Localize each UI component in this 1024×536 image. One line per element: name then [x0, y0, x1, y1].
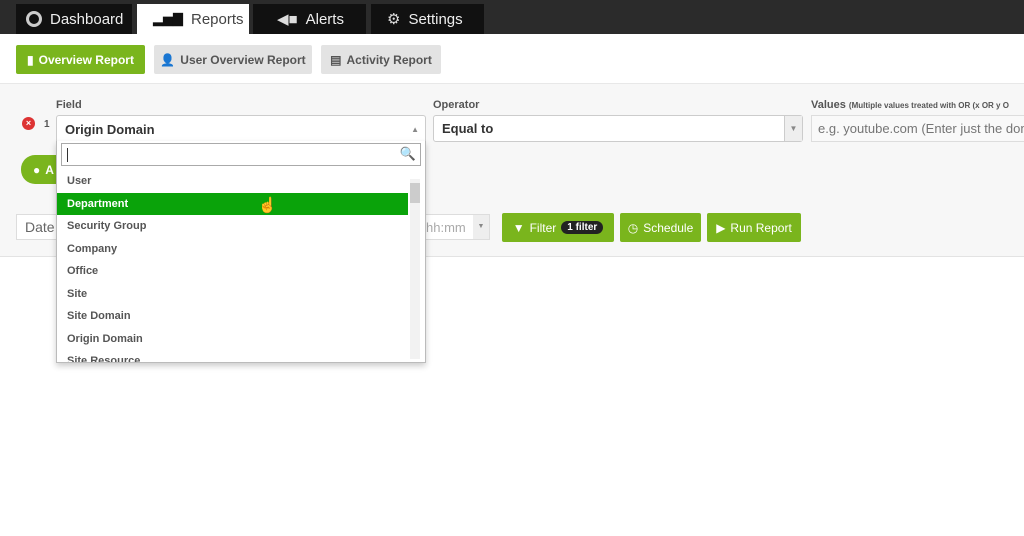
values-input[interactable] — [811, 115, 1024, 142]
dashboard-gauge-icon — [26, 11, 42, 27]
dropdown-list: User Department Security Group Company Offic… — [57, 170, 425, 362]
clock-icon: ◷ — [627, 220, 639, 235]
hand-cursor-icon: ☝ — [258, 197, 277, 214]
play-icon: ▶ — [716, 220, 726, 235]
dropdown-option[interactable]: Site — [57, 283, 408, 306]
user-icon: 👤 — [160, 52, 176, 67]
plus-circle-icon: ● — [33, 162, 41, 177]
funnel-icon: ▼ — [512, 220, 525, 235]
values-label: Values (Multiple values treated with OR … — [811, 99, 1009, 111]
dropdown-search-input[interactable]: 🔍 — [61, 143, 421, 166]
filter-count-badge: 1 filter — [561, 221, 604, 234]
field-label: Field — [56, 99, 82, 111]
filter-row-number: 1 — [44, 119, 50, 130]
field-select[interactable]: Origin Domain ▲ — [56, 115, 426, 142]
operator-select[interactable]: Equal to ▼ — [433, 115, 803, 142]
dropdown-option[interactable]: Origin Domain — [57, 328, 408, 351]
dropdown-option[interactable]: Site Domain — [57, 305, 408, 328]
field-dropdown: 🔍 User Department Security Group Company Off… — [56, 141, 426, 363]
dropdown-option[interactable]: Company — [57, 238, 408, 261]
tab-dashboard[interactable]: Dashboard — [16, 4, 132, 34]
dropdown-option[interactable]: User — [57, 170, 408, 193]
tab-reports[interactable]: ▂▅▇ Reports — [137, 4, 249, 34]
operator-label: Operator — [433, 99, 480, 111]
top-nav: Dashboard ▂▅▇ Reports ◀■ Alerts ⚙ Settings — [0, 0, 1024, 34]
tab-alerts[interactable]: ◀■ Alerts — [253, 4, 366, 34]
dropdown-option[interactable]: Security Group — [57, 215, 408, 238]
gears-icon: ⚙ — [387, 11, 401, 28]
megaphone-icon: ◀■ — [277, 11, 298, 28]
remove-filter-icon[interactable]: × — [22, 117, 35, 130]
tab-settings[interactable]: ⚙ Settings — [371, 4, 484, 34]
chevron-up-icon: ▲ — [411, 124, 419, 134]
dropdown-option[interactable]: Office — [57, 260, 408, 283]
list-icon: ▤ — [330, 52, 342, 67]
run-report-button[interactable]: ▶ Run Report — [707, 213, 801, 242]
scrollbar[interactable] — [410, 179, 420, 359]
chevron-down-icon: ▼ — [473, 215, 489, 239]
filter-button[interactable]: ▼ Filter 1 filter — [502, 213, 614, 242]
chevron-down-icon: ▼ — [784, 116, 802, 141]
activity-report-button[interactable]: ▤ Activity Report — [321, 45, 441, 74]
dropdown-option[interactable]: Site Resource — [57, 350, 408, 362]
schedule-button[interactable]: ◷ Schedule — [620, 213, 701, 242]
dropdown-option[interactable]: Department — [57, 192, 408, 215]
bar-chart-icon: ▮ — [27, 52, 34, 67]
search-icon: 🔍 — [399, 146, 416, 161]
overview-report-button[interactable]: ▮ Overview Report — [16, 45, 145, 74]
user-overview-report-button[interactable]: 👤 User Overview Report — [154, 45, 312, 74]
bar-chart-icon: ▂▅▇ — [153, 11, 183, 26]
